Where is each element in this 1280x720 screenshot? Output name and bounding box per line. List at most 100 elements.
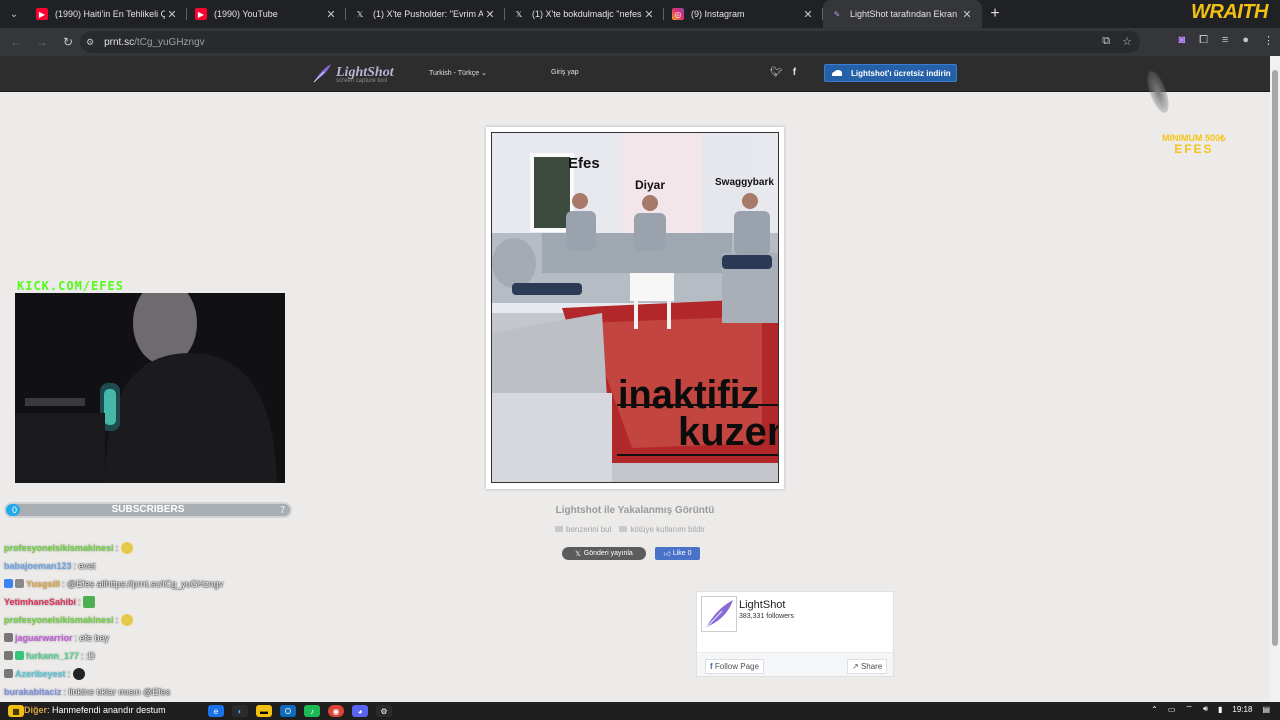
- chat-username: babajoeman123: [4, 561, 72, 571]
- close-icon[interactable]: ✕: [483, 8, 497, 21]
- browser-tab[interactable]: ▶ (1990) YouTube ✕: [187, 0, 346, 28]
- emoji-icon: [83, 596, 96, 608]
- spotify-icon[interactable]: ♪: [304, 705, 320, 717]
- facebook-icon: f: [710, 662, 713, 671]
- bookmark-star-icon[interactable]: ☆: [1122, 35, 1132, 48]
- extension-icon[interactable]: ◙: [1178, 34, 1185, 47]
- browser-tab[interactable]: ◎ (9) Instagram ✕: [664, 0, 823, 28]
- download-cloud-icon: [832, 70, 842, 76]
- tab-search-chevron-icon[interactable]: ⌄: [0, 0, 28, 28]
- label-diyar: Diyar: [635, 178, 665, 192]
- scrollbar[interactable]: [1270, 56, 1280, 702]
- chat-message: Yusgsill: @Efes allhttps://prnt.sc/tCg_y…: [4, 578, 304, 596]
- forward-arrow-icon[interactable]: →: [30, 35, 54, 49]
- chevron-up-icon[interactable]: ⌃: [1151, 705, 1158, 714]
- x-icon: 𝕏: [575, 550, 581, 558]
- twitter-icon[interactable]: 🐦︎: [770, 67, 783, 78]
- scrollbar-thumb[interactable]: [1272, 70, 1278, 646]
- system-tray: ⌃ ▭ ⌔ 🔊︎ ▮ 19:18 ▤: [1151, 704, 1270, 714]
- chat-username: profesyonelsikismakinesi: [4, 615, 114, 625]
- chat-message: jaguarwarrior: efe bey: [4, 632, 304, 650]
- outlook-icon[interactable]: O: [280, 705, 296, 717]
- download-button[interactable]: Lightshot'ı ücretsiz indirin: [824, 64, 957, 82]
- lightshot-avatar[interactable]: [701, 596, 737, 632]
- back-arrow-icon[interactable]: ←: [4, 35, 28, 49]
- find-similar-link[interactable]: benzerini bul: [555, 525, 611, 534]
- chat-message: profesyonelsikismakinesi:: [4, 542, 304, 560]
- badge-icon: [4, 579, 13, 588]
- tab-title: (1) X'te Pusholder: "Evrim Akın,: [373, 9, 483, 19]
- youtube-icon: ▶: [36, 8, 48, 20]
- screenshot-frame: Efes Diyar Swaggybark inaktifiz kuzen: [486, 127, 784, 489]
- toolbar-actions: ◙ ⧠ ≡ ● ⋮: [1178, 34, 1274, 47]
- discord-icon[interactable]: ◕: [352, 705, 368, 717]
- browser-tab-active[interactable]: ✎ LightShot tarafından Ekran Gör✕: [823, 0, 982, 28]
- follow-page-button[interactable]: f Follow Page: [705, 659, 764, 674]
- share-button[interactable]: ↗ Share: [847, 659, 888, 674]
- close-icon[interactable]: ✕: [642, 8, 656, 21]
- chat-username: Diğer: [24, 705, 48, 715]
- share-label: Share: [860, 662, 883, 671]
- app-icon[interactable]: ◐: [232, 705, 248, 717]
- facebook-page-name[interactable]: LightShot: [739, 599, 785, 611]
- edge-icon[interactable]: e: [208, 705, 224, 717]
- install-app-icon[interactable]: ⧉: [1102, 35, 1110, 48]
- facebook-icon[interactable]: f: [793, 67, 796, 78]
- subscriber-goal: 7: [279, 505, 285, 515]
- tweet-button[interactable]: 𝕏 Gönderi yayınla: [562, 547, 646, 560]
- browser-tab[interactable]: 𝕏 (1) X'te Pusholder: "Evrim Akın,✕: [346, 0, 505, 28]
- label-swaggybark: Swaggybark: [715, 177, 774, 188]
- login-link[interactable]: Giriş yap: [551, 69, 579, 76]
- feather-icon: [705, 600, 733, 629]
- new-tab-button[interactable]: +: [982, 5, 1008, 23]
- facebook-like-button[interactable]: 👍︎ Like 0: [655, 547, 700, 560]
- reload-icon[interactable]: ↻: [56, 35, 80, 49]
- menu-kebab-icon[interactable]: ⋮: [1263, 34, 1274, 47]
- tab-title: (9) Instagram: [691, 9, 745, 19]
- chat-text: :: [115, 615, 119, 625]
- close-icon[interactable]: ✕: [165, 8, 179, 21]
- start-icon[interactable]: ▦: [8, 705, 24, 717]
- settings-gear-icon[interactable]: ⚙: [376, 705, 392, 717]
- browser-tab[interactable]: ▶ (1990) Haiti'in En Tehlikeli Çete✕: [28, 0, 187, 28]
- image-caption: Lightshot ile Yakalanmış Görüntü: [555, 505, 715, 516]
- media-controls-icon[interactable]: ≡: [1222, 34, 1228, 47]
- like-button-label: Like 0: [672, 550, 692, 557]
- site-info-icon[interactable]: ⚙: [86, 37, 94, 48]
- volume-icon[interactable]: 🔊︎: [1203, 704, 1208, 714]
- social-links: 🐦︎ f: [770, 67, 796, 78]
- tab-title: (1) X'te bokdulmadjc "nefes kal: [532, 9, 642, 19]
- language-selector[interactable]: Turkish - Türkçe ⌄: [429, 69, 487, 77]
- chrome-icon[interactable]: ◉: [328, 705, 344, 717]
- tweet-button-label: Gönderi yayınla: [583, 550, 633, 557]
- file-explorer-icon[interactable]: ▬: [256, 705, 272, 717]
- battery-icon[interactable]: ▮: [1218, 705, 1222, 714]
- channel-overlay: KICK.COM/EFES: [17, 279, 124, 293]
- address-bar[interactable]: ⚙ prnt.sc/tCg_yuGHzngv ⧉ ☆: [80, 31, 1140, 53]
- tab-title: (1990) YouTube: [214, 9, 278, 19]
- url-domain: prnt.sc: [104, 36, 135, 48]
- report-abuse-label: kötüye kullanım bildir: [630, 525, 706, 534]
- url-text: prnt.sc/tCg_yuGHzngv: [104, 37, 205, 48]
- extensions-puzzle-icon[interactable]: ⧠: [1199, 34, 1208, 47]
- lightshot-logo[interactable]: LightShot screen capture tool: [312, 63, 394, 84]
- feather-icon: [313, 64, 331, 83]
- subscriber-goal-bar: 0 SUBSCRIBERS 7: [4, 502, 292, 518]
- screenshot-image[interactable]: Efes Diyar Swaggybark inaktifiz kuzen: [491, 132, 779, 483]
- network-icon[interactable]: ▭: [1168, 705, 1176, 714]
- profile-icon[interactable]: ●: [1242, 34, 1249, 47]
- chat-text: : :D: [81, 651, 96, 661]
- notification-icon[interactable]: ▤: [1262, 705, 1270, 714]
- wifi-icon[interactable]: ⌔: [1185, 704, 1193, 714]
- close-icon[interactable]: ✕: [801, 8, 815, 21]
- clock[interactable]: 19:18: [1232, 705, 1252, 714]
- report-abuse-link[interactable]: kötüye kullanım bildir: [619, 525, 705, 534]
- instagram-icon: ◎: [672, 8, 684, 20]
- browser-tab[interactable]: 𝕏 (1) X'te bokdulmadjc "nefes kal✕: [505, 0, 664, 28]
- close-icon[interactable]: ✕: [960, 8, 974, 21]
- windows-taskbar: ▦ Diğer: Hanmefendi anandır destum e ◐ ▬…: [0, 702, 1280, 720]
- badge-icon: [4, 633, 13, 642]
- close-icon[interactable]: ✕: [324, 8, 338, 21]
- subscriber-label: SUBSCRIBERS: [111, 504, 185, 515]
- webcam-feed: [15, 293, 285, 483]
